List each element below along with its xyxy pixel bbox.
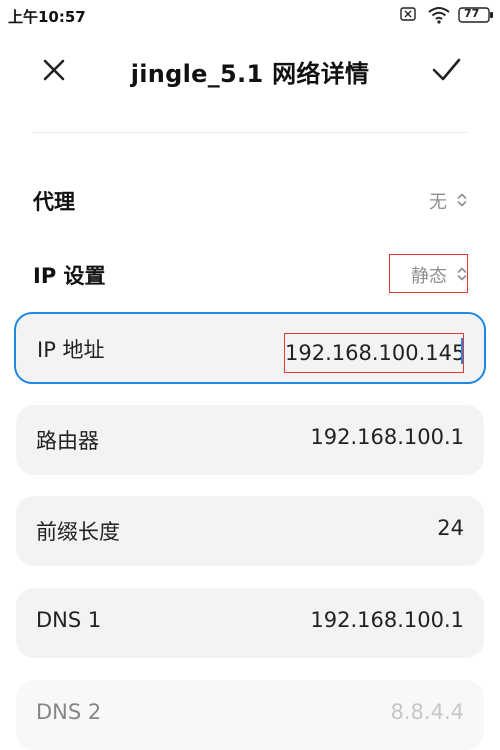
dns2-label: DNS 2: [36, 700, 102, 724]
ip-address-label: IP 地址: [37, 338, 105, 362]
prefix-length-value: 24: [437, 516, 464, 540]
text-cursor: [461, 338, 463, 364]
battery-icon: 77: [458, 7, 494, 27]
router-field[interactable]: 路由器 192.168.100.1: [16, 405, 484, 475]
status-time: 上午10:57: [8, 8, 86, 26]
battery-level: 77: [464, 7, 480, 20]
header-divider: [32, 132, 468, 133]
dns2-value: 8.8.4.4: [390, 700, 464, 724]
ip-settings-highlight-box: [389, 254, 468, 293]
prefix-length-label: 前缀长度: [36, 520, 120, 544]
check-icon: [428, 58, 464, 92]
dns1-value: 192.168.100.1: [310, 608, 464, 632]
status-bar: 上午10:57 77: [0, 0, 500, 32]
ip-address-input[interactable]: [284, 333, 464, 373]
proxy-row[interactable]: 代理 无: [33, 179, 467, 219]
router-value: 192.168.100.1: [310, 425, 464, 449]
proxy-label: 代理: [33, 190, 75, 214]
chevron-updown-icon: [457, 192, 467, 211]
confirm-button[interactable]: [428, 52, 464, 88]
prefix-length-field[interactable]: 前缀长度 24: [16, 496, 484, 566]
page-title: jingle_5.1 网络详情: [130, 60, 370, 88]
header: jingle_5.1 网络详情: [0, 40, 500, 100]
dns1-label: DNS 1: [36, 608, 102, 632]
ip-settings-label: IP 设置: [33, 264, 106, 288]
wifi-icon: [428, 6, 450, 28]
dns1-field[interactable]: DNS 1 192.168.100.1: [16, 588, 484, 658]
close-icon: [36, 59, 72, 92]
dns2-field[interactable]: DNS 2 8.8.4.4: [16, 680, 484, 750]
router-label: 路由器: [36, 429, 99, 453]
sim-off-icon: [400, 6, 416, 26]
proxy-value: 无: [429, 192, 447, 213]
close-button[interactable]: [36, 52, 72, 88]
